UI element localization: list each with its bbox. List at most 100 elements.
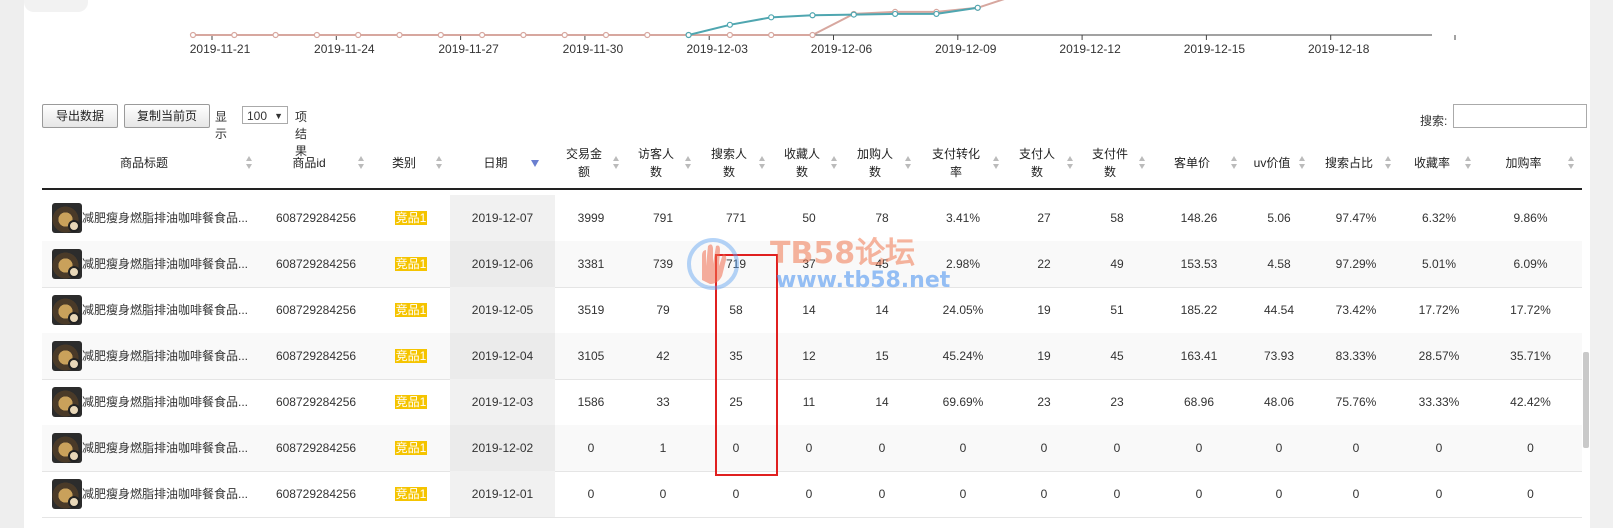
series-point[interactable] — [726, 31, 734, 39]
table-cell: 0 — [1352, 441, 1360, 455]
product-thumbnail[interactable] — [52, 387, 82, 417]
sort-icon[interactable] — [1231, 156, 1238, 170]
series-point[interactable] — [768, 14, 775, 21]
product-title[interactable]: 减肥瘦身燃脂排油咖啡餐食品... — [82, 425, 258, 471]
table-row[interactable]: 减肥瘦身燃脂排油咖啡餐食品... 608729284256 竞品1 2019-12-0… — [42, 425, 1582, 472]
column-header[interactable]: 收藏率 — [1399, 138, 1465, 188]
series-point[interactable] — [561, 31, 568, 39]
product-title[interactable]: 减肥瘦身燃脂排油咖啡餐食品... — [82, 379, 258, 425]
copy-current-page-button[interactable]: 复制当前页 — [124, 104, 210, 128]
column-header[interactable]: 支付件数 — [1081, 138, 1139, 188]
column-header[interactable]: 交易金额 — [555, 138, 613, 188]
series-point[interactable] — [520, 31, 527, 39]
sort-icon[interactable] — [1299, 156, 1306, 170]
series-point[interactable] — [685, 31, 692, 39]
scrollbar-track[interactable] — [1590, 0, 1613, 528]
table-cell: 1 — [659, 441, 667, 455]
sort-icon[interactable] — [613, 156, 620, 170]
sort-icon[interactable] — [436, 156, 443, 170]
column-header[interactable]: 加购率 — [1479, 138, 1568, 188]
product-thumbnail[interactable] — [52, 295, 82, 325]
product-thumbnail[interactable] — [52, 433, 82, 463]
table-cell: 3.41% — [945, 211, 981, 225]
series-point[interactable] — [602, 31, 610, 39]
series-point[interactable] — [809, 12, 816, 19]
sort-icon[interactable] — [759, 156, 766, 170]
table-row[interactable]: 减肥瘦身燃脂排油咖啡餐食品... 608729284256 竞品1 2019-12-0… — [42, 195, 1582, 242]
table-row[interactable]: 减肥瘦身燃脂排油咖啡餐食品... 608729284256 竞品1 2019-12-0… — [42, 241, 1582, 288]
product-title[interactable]: 减肥瘦身燃脂排油咖啡餐食品... — [82, 241, 258, 287]
product-title[interactable]: 减肥瘦身燃脂排油咖啡餐食品... — [82, 195, 258, 241]
product-thumbnail[interactable] — [52, 479, 82, 509]
series-point[interactable] — [891, 10, 899, 18]
table-cell: 3999 — [577, 211, 605, 225]
table-cell: 2019-12-07 — [450, 195, 555, 241]
sort-icon[interactable] — [246, 156, 253, 170]
column-header[interactable]: 日期 — [450, 138, 541, 188]
series-point[interactable] — [768, 31, 775, 39]
table-row[interactable]: 减肥瘦身燃脂排油咖啡餐食品... 608729284256 竞品1 2019-12-0… — [42, 333, 1582, 380]
column-header[interactable]: 类别 — [372, 138, 436, 188]
table-row[interactable]: 减肥瘦身燃脂排油咖啡餐食品... 608729284256 竞品1 2019-12-0… — [42, 287, 1582, 334]
series-point[interactable] — [809, 31, 816, 39]
series-point[interactable] — [933, 10, 940, 18]
series-point[interactable] — [974, 4, 981, 11]
sort-icon[interactable] — [1385, 156, 1392, 170]
sort-icon[interactable] — [1139, 156, 1146, 170]
series-point[interactable] — [272, 31, 279, 39]
sort-icon[interactable] — [358, 156, 365, 170]
column-header[interactable]: 支付转化率 — [919, 138, 993, 188]
series-point[interactable] — [437, 31, 444, 39]
column-header-label: 访客人数 — [638, 145, 674, 181]
scrollbar-thumb[interactable] — [1583, 352, 1589, 448]
column-header-line1: 搜索占比 — [1324, 156, 1373, 170]
category-cell: 竞品1 — [372, 195, 450, 241]
table-cell: 73.42% — [1335, 303, 1377, 317]
series-point[interactable] — [644, 31, 651, 39]
series-point[interactable] — [396, 31, 403, 39]
product-thumbnail[interactable] — [52, 341, 82, 371]
sort-icon[interactable] — [1465, 156, 1472, 170]
column-header[interactable]: 商品id — [260, 138, 358, 188]
column-header[interactable]: 收藏人数 — [773, 138, 831, 188]
product-title[interactable]: 减肥瘦身燃脂排油咖啡餐食品... — [82, 333, 258, 379]
table-cell: 79 — [656, 303, 670, 317]
product-thumbnail[interactable] — [52, 249, 82, 279]
series-point[interactable] — [189, 31, 197, 39]
series-point[interactable] — [355, 31, 362, 39]
column-header[interactable]: 访客人数 — [627, 138, 685, 188]
column-header-line1: 访客人 — [637, 147, 674, 161]
sort-icon[interactable] — [1568, 156, 1575, 170]
product-title[interactable]: 减肥瘦身燃脂排油咖啡餐食品... — [82, 471, 258, 517]
table-cell: 0 — [1527, 441, 1534, 455]
product-title[interactable]: 减肥瘦身燃脂排油咖啡餐食品... — [82, 287, 258, 333]
column-header[interactable]: 搜索占比 — [1313, 138, 1385, 188]
sort-icon[interactable] — [831, 156, 838, 170]
page-size-select[interactable]: 100 ▼ — [242, 106, 288, 124]
column-header-line1: 收藏率 — [1413, 156, 1450, 170]
column-header[interactable]: uv价值 — [1245, 138, 1299, 188]
sort-icon[interactable] — [905, 156, 912, 170]
sort-desc-icon[interactable] — [531, 160, 539, 167]
sort-icon[interactable] — [1067, 156, 1074, 170]
sort-icon[interactable] — [993, 156, 1000, 170]
search-input[interactable] — [1453, 104, 1587, 128]
export-data-button[interactable]: 导出数据 — [42, 104, 118, 128]
table-row[interactable]: 减肥瘦身燃脂排油咖啡餐食品... 608729284256 竞品1 2019-12-0… — [42, 379, 1582, 426]
column-header[interactable]: 客单价 — [1153, 138, 1231, 188]
table-cell: 19 — [1037, 349, 1051, 363]
series-point[interactable] — [850, 11, 857, 18]
column-header[interactable]: 支付人数 — [1007, 138, 1067, 188]
series-point[interactable] — [479, 31, 486, 39]
product-thumbnail[interactable] — [52, 203, 82, 233]
table-row[interactable]: 减肥瘦身燃脂排油咖啡餐食品... 608729284256 竞品1 2019-12-0… — [42, 471, 1582, 518]
column-header[interactable]: 搜索人数 — [699, 138, 759, 188]
series-point[interactable] — [726, 21, 734, 28]
column-header[interactable]: 商品标题 — [42, 138, 246, 188]
column-header-line2: 数 — [649, 165, 662, 179]
column-header[interactable]: 加购人数 — [845, 138, 905, 188]
series-point[interactable] — [313, 31, 320, 39]
series-point[interactable] — [231, 31, 238, 39]
search-label: 搜索: — [1420, 114, 1448, 128]
sort-icon[interactable] — [685, 156, 692, 170]
